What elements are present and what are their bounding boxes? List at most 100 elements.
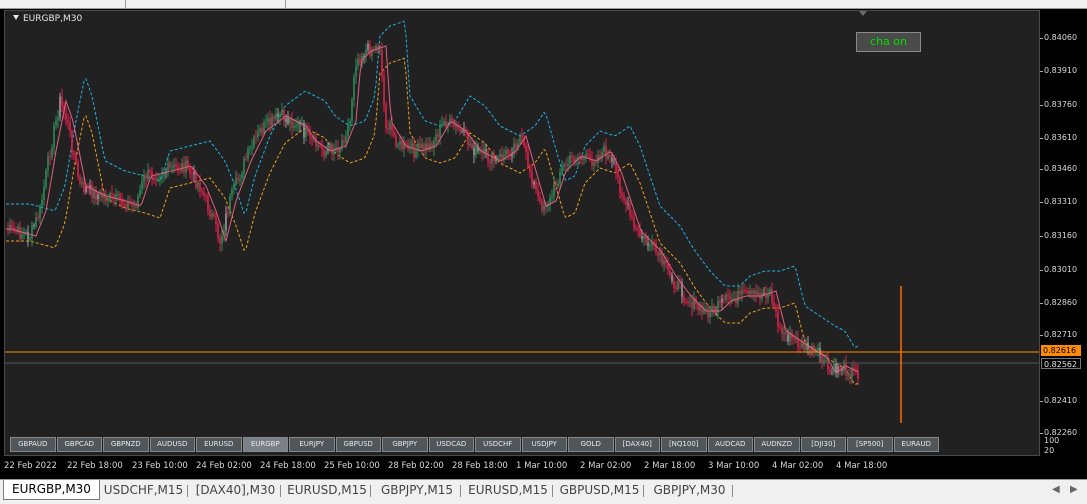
candle-body	[559, 172, 561, 184]
candle-body	[111, 193, 113, 196]
tab-divider	[187, 485, 188, 497]
candle-body	[35, 217, 37, 226]
candle-body	[319, 145, 321, 147]
chart-title[interactable]: EURGBP,M30	[13, 14, 82, 24]
candle-body	[97, 194, 99, 200]
candle-body	[103, 195, 105, 198]
candle-body	[485, 148, 487, 152]
candle-body	[413, 143, 415, 158]
cha-on-button[interactable]: cha on	[856, 32, 921, 52]
candle-body	[623, 196, 625, 200]
candle-body	[137, 196, 139, 208]
symbol-button-euraud[interactable]: EURAUD	[893, 437, 939, 452]
candle-body	[145, 175, 147, 180]
candle-body	[531, 172, 533, 185]
symbol-button-nq100[interactable]: [NQ100]	[661, 437, 707, 452]
candle-body	[143, 175, 145, 182]
candle-body	[395, 135, 397, 147]
candle-body	[199, 182, 201, 192]
candle-body	[543, 205, 545, 211]
candle-body	[753, 290, 755, 294]
candle-body	[213, 213, 215, 217]
time-axis[interactable]: 22 Feb 2022 22 Feb 18:00 23 Feb 10:00 24 Fe…	[4, 456, 1040, 479]
candle-body	[193, 172, 195, 175]
candle-body	[519, 134, 521, 144]
candle-body	[473, 147, 475, 156]
candle-body	[311, 136, 313, 140]
candle-body	[603, 145, 605, 153]
candle-body	[81, 182, 83, 184]
symbol-button-usdcad[interactable]: USDCAD	[428, 437, 474, 452]
chart-tab-label: GBPJPY,M15	[380, 483, 454, 497]
symbol-button-usdjpy[interactable]: USDJPY	[521, 437, 567, 452]
candle-body	[305, 129, 307, 138]
candle-body	[707, 308, 709, 318]
candle-body	[19, 226, 21, 239]
symbol-button-eurgbp[interactable]: EURGBP	[242, 437, 288, 452]
candle-body	[155, 178, 157, 180]
candle-body	[207, 195, 209, 211]
candle-body	[635, 227, 637, 230]
candle-body	[369, 44, 371, 56]
time-axis-label: 24 Feb 02:00	[196, 461, 252, 471]
chart-tab-8[interactable]: GBPJPY,M30	[647, 482, 733, 499]
symbol-button-gbpusd[interactable]: GBPUSD	[335, 437, 381, 452]
candle-body	[507, 149, 509, 155]
candle-body	[767, 294, 769, 298]
candle-body	[745, 291, 747, 293]
candle-body	[725, 294, 727, 300]
time-axis-label: 24 Feb 18:00	[260, 461, 316, 471]
symbol-button-dax40[interactable]: [DAX40]	[614, 437, 660, 452]
chart-window[interactable]: EURGBP,M30 cha on GBPAUD GBPCAD GBPNZD AUDU…	[0, 9, 1087, 479]
chart-tab-5[interactable]: GBPJPY,M15	[374, 482, 461, 499]
chart-tab-3[interactable]: [DAX40],M30	[191, 482, 281, 499]
symbol-button-eurjpy[interactable]: EURJPY	[289, 437, 335, 452]
symbol-button-sp500[interactable]: [SP500]	[847, 437, 893, 452]
candle-body	[677, 282, 679, 290]
chart-tab-7[interactable]: GBPUSD,M15	[556, 482, 644, 499]
chart-title-label: EURGBP,M30	[23, 14, 83, 24]
chart-tab-2[interactable]: USDCHF,M15	[100, 482, 188, 499]
candle-body	[443, 121, 445, 124]
candle-body	[781, 327, 783, 334]
candle-body	[857, 370, 859, 379]
lower-band-line	[6, 57, 859, 385]
candle-body	[567, 163, 569, 166]
candle-body	[499, 153, 501, 157]
toolbar-separator	[285, 0, 286, 8]
symbol-button-audnzd[interactable]: AUDNZD	[754, 437, 800, 452]
tab-scroll-right-icon[interactable]: ▶	[1070, 484, 1078, 495]
chart-tab-label: EURGBP,M30	[12, 482, 91, 496]
candle-body	[811, 345, 813, 355]
candle-body	[141, 181, 143, 191]
symbol-button-audcad[interactable]: AUDCAD	[707, 437, 753, 452]
chart-tab-1[interactable]: EURGBP,M30	[3, 480, 100, 500]
price-chart-plot[interactable]: EURGBP,M30 cha on GBPAUD GBPCAD GBPNZD AUDU…	[4, 10, 1040, 456]
symbol-button-gbpcad[interactable]: GBPCAD	[56, 437, 102, 452]
candle-body	[555, 183, 557, 186]
candle-body	[595, 161, 597, 163]
candle-body	[173, 164, 175, 168]
price-axis[interactable]: 0.82616 0.82562 0.84060 0.83910 0.83760 0.8…	[1040, 9, 1087, 479]
symbol-button-eurusd[interactable]: EURUSD	[196, 437, 242, 452]
symbol-button-dji30[interactable]: [DJI30]	[800, 437, 846, 452]
candle-body	[705, 308, 707, 310]
candle-body	[221, 235, 223, 244]
candle-body	[323, 149, 325, 157]
chart-tab-6[interactable]: EURUSD,M15	[464, 482, 553, 499]
price-axis-tick	[1040, 335, 1043, 336]
symbol-button-gbpnzd[interactable]: GBPNZD	[103, 437, 149, 452]
symbol-button-audusd[interactable]: AUDUSD	[149, 437, 195, 452]
symbol-button-usdchf[interactable]: USDCHF	[475, 437, 521, 452]
symbol-button-gbpaud[interactable]: GBPAUD	[10, 437, 56, 452]
symbol-button-gold[interactable]: GOLD	[568, 437, 614, 452]
time-axis-label: 22 Feb 18:00	[67, 461, 123, 471]
shift-marker-icon[interactable]	[859, 11, 867, 16]
price-axis-tick	[1040, 138, 1043, 139]
candle-body	[45, 170, 47, 187]
candle-body	[709, 312, 711, 318]
symbol-button-gbpjpy[interactable]: GBPJPY	[382, 437, 428, 452]
tab-scroll-left-icon[interactable]: ◀	[1052, 484, 1060, 495]
time-axis-label: 1 Mar 10:00	[516, 461, 568, 471]
chart-tab-4[interactable]: EURUSD,M15	[284, 482, 371, 499]
